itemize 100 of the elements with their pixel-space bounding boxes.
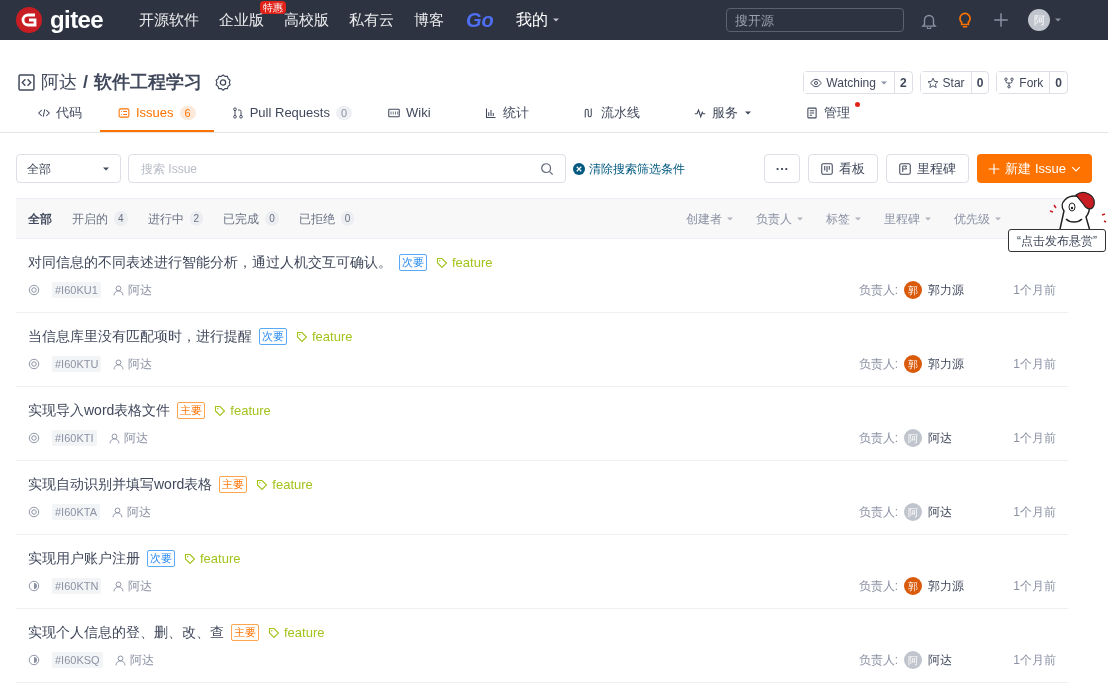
issue-title-link[interactable]: 实现用户账户注册 [28,548,140,569]
assignee-label: 负责人: [858,356,898,373]
scope-dropdown[interactable]: 全部 [16,154,121,183]
fork-icon [1003,76,1016,89]
count-badge: 0 [335,106,353,120]
assignee-avatar: 郭 [904,281,922,299]
assignee-link[interactable]: 郭力源 [928,281,976,299]
plus-icon [988,162,1001,175]
search-field[interactable]: 搜开源 [726,8,904,32]
state-filter-tab[interactable]: 已拒绝 0 [298,209,355,228]
issue-title-link[interactable]: 实现自动识别并填写word表格 [28,474,213,495]
state-filter-tab[interactable]: 进行中 2 [147,209,204,228]
state-filter-tab[interactable]: 已完成 0 [223,209,279,228]
count-badge: 6 [179,106,196,120]
updated-time: 1个月前 [1012,430,1056,447]
tab[interactable]: 统计 [466,102,547,132]
pipeline-icon [582,107,595,119]
updated-time: 1个月前 [1012,282,1056,299]
logo-text[interactable]: gitee [50,2,104,38]
assignee-label: 负责人: [858,282,898,299]
nav-menu[interactable]: 我的 [515,8,560,32]
issue-number: #I60KSQ [52,652,103,668]
nav-link[interactable]: 博客 [414,8,445,32]
issue-number: #I60KTA [52,504,100,520]
count-badge: 4 [114,211,128,226]
tag-icon [296,330,308,343]
document-icon [805,107,818,119]
nav-link[interactable]: 私有云 [349,8,395,32]
assignee-label: 负责人: [858,652,898,669]
milestone-button[interactable]: 里程碑 [886,154,970,183]
flag-icon [899,162,912,175]
assignee-label: 负责人: [858,504,898,521]
repo-action-button[interactable]: Watching [804,72,895,93]
code-frame-icon [18,74,35,91]
tag-icon [214,404,227,417]
more-button[interactable]: ··· [764,154,801,183]
assignee-label: 负责人: [858,430,898,447]
star-icon [926,76,939,89]
search-icon [540,162,554,176]
tab[interactable]: Pull Requests 0 [213,102,371,132]
tab[interactable]: 服务 [675,102,770,132]
issue-number: #I60KTI [52,430,97,446]
branch-icon [231,107,244,119]
caret-icon [1054,16,1062,24]
issue-number: #I60KTN [52,578,102,594]
action-count: 2 [898,74,908,92]
board-icon [821,162,834,175]
path-separator: / [83,71,88,94]
bounty-callout[interactable]: “点击发布悬赏” [1008,229,1106,252]
assignee-avatar: 郭 [904,577,922,595]
action-count: 0 [975,74,985,92]
priority-tag: 次要 [259,328,287,345]
assignee-link[interactable]: 郭力源 [928,577,976,595]
logo-icon [16,7,42,33]
issue-title-link[interactable]: 实现个人信息的登、删、改、查 [28,622,224,643]
chart-icon [484,107,497,119]
issue-title-link[interactable]: 实现导入word表格文件 [28,400,171,421]
nav-link[interactable]: 开源软件 [139,8,200,32]
assignee-avatar: 郭 [904,355,922,373]
priority-tag: 主要 [177,402,206,419]
repo-action-button[interactable]: Star [920,72,972,93]
clear-filters-link[interactable]: 清除搜索筛选条件 [573,159,685,178]
user-icon [113,358,125,370]
user-icon [113,580,125,592]
user-icon [108,432,120,444]
user-icon [112,506,123,518]
badge-icon [214,73,232,92]
repo-action-button[interactable]: Fork [997,72,1051,93]
list-icon [118,107,130,119]
assignee-link[interactable]: 阿达 [928,429,976,447]
issue-title-link[interactable]: 对同信息的不同表述进行智能分析，通过人机交互可确认。 [28,252,392,273]
promo-badge: 特惠 [260,1,287,14]
assignee-link[interactable]: 阿达 [928,503,976,521]
code-icon [38,107,50,119]
tag-icon [436,256,448,269]
updated-time: 1个月前 [1012,578,1056,595]
state-filter-tab[interactable]: 全部 [28,209,52,228]
tag-icon [256,478,269,491]
priority-tag: 主要 [231,624,259,641]
tab[interactable]: 流水线 [564,102,658,132]
nav-link[interactable]: 企业版 [219,11,265,28]
tab[interactable]: 代码 [20,102,100,132]
action-count: 0 [1054,74,1063,92]
state-filter-tab[interactable]: 开启的 4 [72,209,128,228]
issue-title-link[interactable]: 当信息库里没有匹配项时，进行提醒 [28,326,252,347]
count-badge: 0 [340,211,355,226]
tab[interactable]: Wiki [370,102,449,132]
assignee-link[interactable]: 郭力源 [928,355,976,373]
issue-number: #I60KU1 [52,282,101,298]
close-icon [573,162,585,175]
user-icon [114,654,126,666]
assignee-link[interactable]: 阿达 [928,651,976,669]
board-button[interactable]: 看板 [808,154,879,183]
nav-link[interactable]: 高校版 [284,8,330,32]
priority-tag: 主要 [219,476,248,493]
tab[interactable]: 管理 [787,102,868,132]
repo-owner-link[interactable]: 阿达 [41,69,77,96]
book-icon [388,107,401,119]
repo-name-link[interactable]: 软件工程学习 [94,69,202,96]
assignee-label: 负责人: [858,578,898,595]
